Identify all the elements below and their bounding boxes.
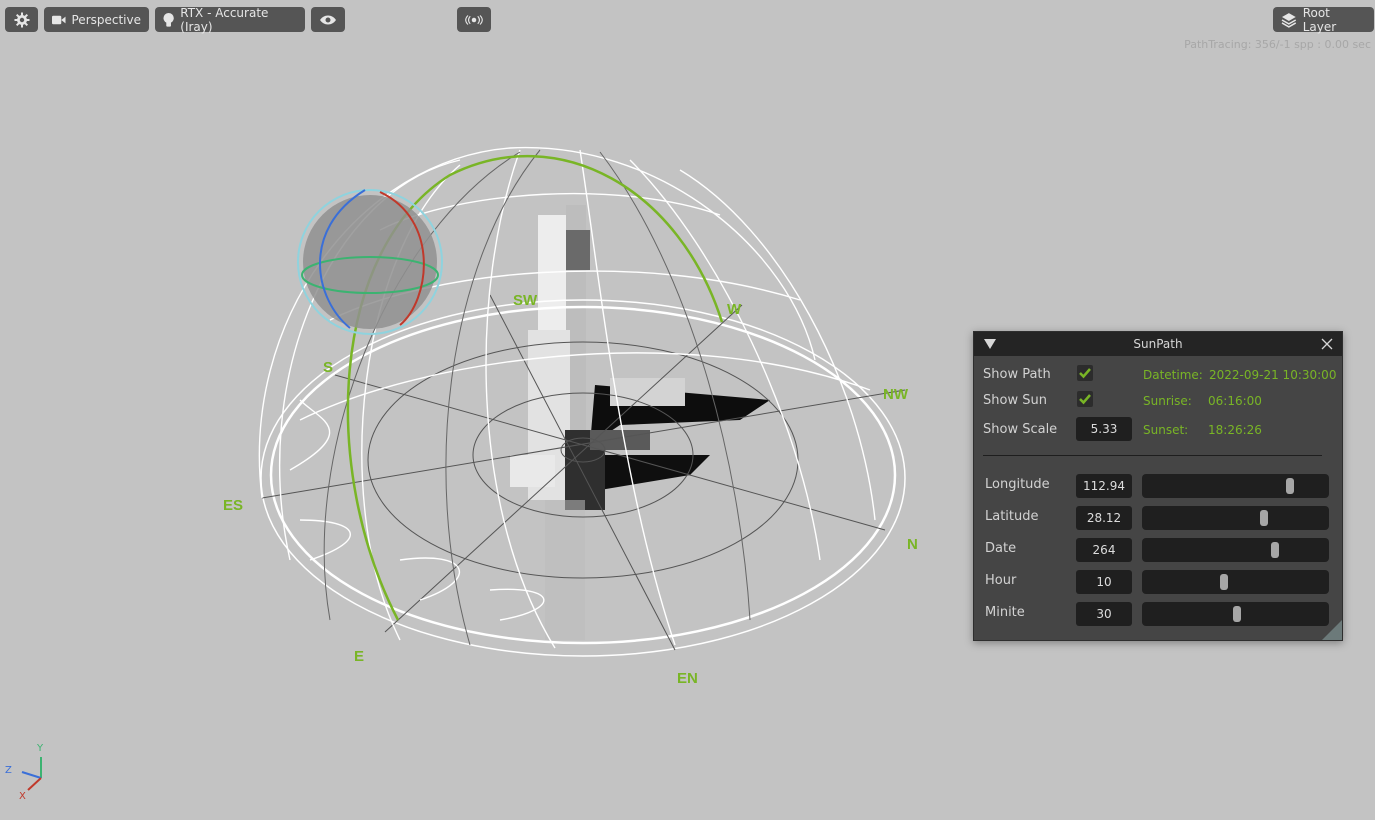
slider-value-field[interactable]: 28.12	[1076, 506, 1132, 530]
compass-label-n: N	[907, 536, 918, 553]
slider-track[interactable]	[1142, 506, 1329, 530]
sunpath-title: SunPath	[1133, 337, 1183, 351]
show-sun-label: Show Sun	[983, 393, 1047, 408]
layers-icon	[1281, 12, 1297, 28]
slider-value-field[interactable]: 10	[1076, 570, 1132, 594]
live-sync-button[interactable]	[457, 7, 491, 32]
sun-sphere[interactable]	[297, 189, 443, 335]
section-divider	[983, 455, 1322, 456]
compass-label-nw: NW	[883, 386, 908, 403]
sunpath-window: SunPath Show Path Show Sun Show Scale 5.…	[973, 331, 1343, 641]
slider-handle[interactable]	[1259, 510, 1268, 526]
visibility-button[interactable]	[311, 7, 345, 32]
slider-value-field[interactable]: 112.94	[1076, 474, 1132, 498]
axis-label-y: Y	[37, 743, 44, 754]
datetime-label: Datetime:	[1143, 368, 1203, 382]
lightbulb-icon	[163, 12, 174, 27]
layer-label: Root Layer	[1302, 5, 1337, 34]
show-scale-label: Show Scale	[983, 422, 1058, 437]
slider-track[interactable]	[1142, 602, 1329, 626]
show-scale-field[interactable]: 5.33	[1076, 417, 1132, 441]
checkmark-icon	[1079, 394, 1091, 405]
gear-icon	[14, 12, 29, 27]
slider-handle[interactable]	[1233, 606, 1242, 622]
axis-label-x: X	[19, 791, 26, 802]
settings-button[interactable]	[5, 7, 38, 32]
slider-label: Longitude	[985, 477, 1050, 492]
renderer-label: RTX - Accurate (Iray)	[180, 5, 269, 34]
slider-value-field[interactable]: 264	[1076, 538, 1132, 562]
compass-label-en: EN	[677, 670, 698, 687]
layer-button[interactable]: Root Layer	[1273, 5, 1374, 34]
slider-label: Hour	[985, 573, 1017, 588]
sunrise-label: Sunrise:	[1143, 394, 1192, 408]
slider-handle[interactable]	[1270, 542, 1279, 558]
resize-grip[interactable]	[1322, 620, 1342, 640]
slider-label: Latitude	[985, 509, 1039, 524]
axis-gizmo	[21, 757, 42, 791]
slider-handle[interactable]	[1285, 478, 1294, 494]
eye-icon	[320, 15, 336, 24]
axis-label-z: Z	[5, 765, 12, 776]
show-path-checkbox[interactable]	[1077, 365, 1093, 381]
slider-label: Minite	[985, 605, 1025, 620]
show-path-label: Show Path	[983, 367, 1051, 382]
show-sun-checkbox[interactable]	[1077, 391, 1093, 407]
broadcast-icon	[465, 14, 483, 25]
slider-label: Date	[985, 541, 1017, 556]
compass-label-e: E	[354, 648, 365, 665]
compass-label-s: S	[323, 359, 334, 376]
sunset-label: Sunset:	[1143, 423, 1189, 437]
compass-label-w: W	[727, 301, 742, 318]
sunrise-value: 06:16:00	[1208, 394, 1262, 408]
render-stats: PathTracing: 356/-1 spp : 0.00 sec	[1184, 38, 1371, 51]
video-camera-icon	[52, 15, 66, 24]
slider-track[interactable]	[1142, 474, 1329, 498]
slider-track[interactable]	[1142, 538, 1329, 562]
sunpath-titlebar[interactable]: SunPath	[974, 332, 1342, 356]
compass-label-es: ES	[223, 497, 244, 514]
close-icon[interactable]	[1318, 335, 1336, 353]
renderer-button[interactable]: RTX - Accurate (Iray)	[155, 5, 305, 34]
slider-track[interactable]	[1142, 570, 1329, 594]
sunset-value: 18:26:26	[1208, 423, 1262, 437]
compass-label-sw: SW	[513, 292, 538, 309]
checkmark-icon	[1079, 368, 1091, 379]
collapse-triangle-icon[interactable]	[984, 339, 996, 349]
slider-handle[interactable]	[1220, 574, 1229, 590]
slider-value-field[interactable]: 30	[1076, 602, 1132, 626]
camera-button[interactable]: Perspective	[44, 7, 149, 32]
datetime-value: 2022-09-21 10:30:00	[1209, 368, 1337, 382]
camera-label: Perspective	[71, 12, 142, 27]
